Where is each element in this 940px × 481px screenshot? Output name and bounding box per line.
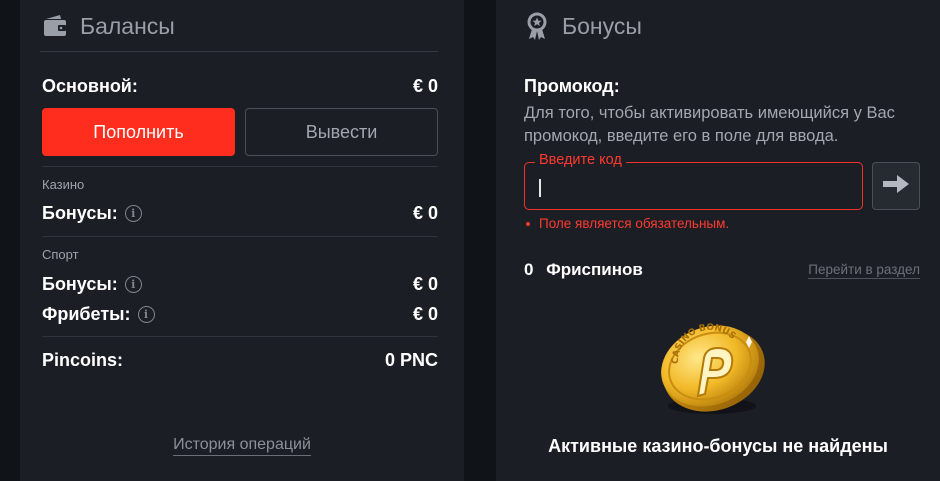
divider <box>42 166 438 167</box>
sport-freebets-value: € 0 <box>412 303 438 324</box>
promo-code-input[interactable]: Введите код <box>524 152 863 210</box>
promo-error-text: Поле является обязательным. <box>539 216 730 231</box>
pincoins-label: Pincoins: <box>42 349 124 370</box>
casino-bonuses-label: Бонусы: <box>42 202 118 223</box>
wallet-icon <box>42 13 68 39</box>
error-bullet <box>526 221 530 226</box>
divider <box>42 336 438 337</box>
casino-section-label: Казино <box>42 177 85 192</box>
deposit-button[interactable]: Пополнить <box>42 108 235 156</box>
history-link-container: История операций <box>20 436 464 456</box>
promo-code-input-label: Введите код <box>535 152 626 168</box>
casino-bonuses-value: € 0 <box>412 202 438 223</box>
sport-bonuses-label: Бонусы: <box>42 273 118 294</box>
casino-bonus-coin-image: CASINO BONUS <box>654 318 770 423</box>
sport-freebets-row: Фрибеты: i € 0 <box>42 302 438 326</box>
info-icon[interactable]: i <box>137 305 155 323</box>
main-balance-label: Основной: <box>42 75 138 96</box>
freespins-label: Фриспинов <box>546 260 643 279</box>
withdraw-button[interactable]: Вывести <box>245 108 438 156</box>
casino-bonuses-row: Бонусы: i € 0 <box>42 201 438 225</box>
sport-freebets-label: Фрибеты: <box>42 303 131 324</box>
freespins-section-link[interactable]: Перейти в раздел <box>808 262 920 279</box>
freespins-count: 0 <box>524 260 534 279</box>
pincoins-value: 0 PNC <box>384 349 438 370</box>
freespins-row: 0 Фриспинов Перейти в раздел <box>524 260 920 280</box>
sport-section-label: Спорт <box>42 247 79 262</box>
promo-submit-button[interactable] <box>872 162 920 210</box>
promo-title: Промокод: <box>524 76 620 96</box>
info-icon[interactable]: i <box>124 204 142 222</box>
info-icon[interactable]: i <box>124 275 142 293</box>
main-balance-row: Основной: € 0 <box>42 74 438 98</box>
bonuses-title: Бонусы <box>562 12 642 39</box>
header-divider <box>40 51 438 52</box>
arrow-right-icon <box>882 174 910 199</box>
balances-panel: Балансы Основной: € 0 Пополнить Вывести … <box>20 0 464 481</box>
sport-bonuses-value: € 0 <box>412 273 438 294</box>
history-link[interactable]: История операций <box>173 436 311 456</box>
sport-bonuses-row: Бонусы: i € 0 <box>42 272 438 296</box>
no-active-bonuses-message: Активные казино-бонусы не найдены <box>548 436 888 456</box>
pincoins-row: Pincoins: 0 PNC <box>42 348 438 372</box>
bonuses-panel: Бонусы Промокод: Для того, чтобы активир… <box>496 0 940 481</box>
divider <box>42 236 438 237</box>
text-caret <box>539 179 541 197</box>
balances-header: Балансы <box>20 0 464 52</box>
award-medal-icon <box>524 12 550 40</box>
balances-title: Балансы <box>80 12 175 39</box>
bonuses-header: Бонусы <box>496 0 940 52</box>
promo-error-message: Поле является обязательным. <box>526 216 729 231</box>
promo-description: Для того, чтобы активировать имеющийся у… <box>524 104 895 145</box>
main-balance-value: € 0 <box>412 75 438 96</box>
